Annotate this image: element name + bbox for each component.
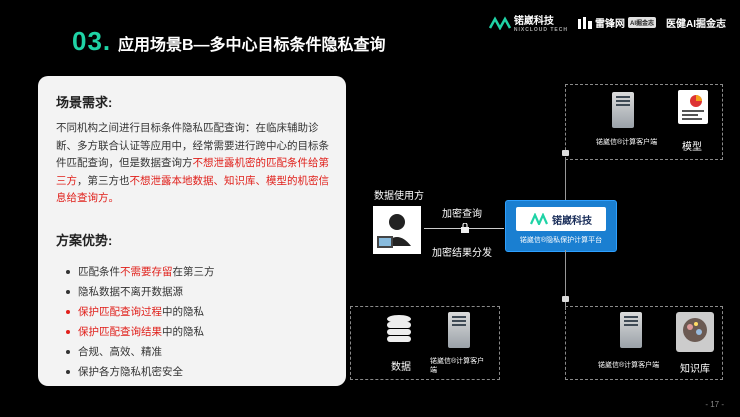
page-number: - 17 - bbox=[705, 400, 724, 409]
client-server-icon bbox=[448, 312, 470, 348]
advantage-item: 匹配条件不需要存留在第三方 bbox=[66, 262, 215, 282]
platform-logo-icon bbox=[530, 213, 548, 225]
scenario-heading: 场景需求: bbox=[56, 95, 113, 110]
platform-brand: 锘崴科技 bbox=[552, 215, 592, 227]
privacy-platform: 锘崴科技 锘崴信®隐私保护计算平台 bbox=[505, 200, 617, 252]
lock-icon bbox=[562, 150, 569, 156]
adv3-post: 中的隐私 bbox=[162, 306, 204, 318]
database-icon bbox=[386, 314, 412, 344]
model-document-icon bbox=[678, 90, 708, 124]
brain-icon bbox=[676, 312, 714, 352]
partner2-name: 医健AI掘金志 bbox=[666, 19, 726, 30]
brand-sub: NIXCLOUD TECH bbox=[513, 27, 568, 33]
advantage-list: 匹配条件不需要存留在第三方 隐私数据不离开数据源 保护匹配查询过程中的隐私 保护… bbox=[66, 262, 215, 382]
client-label-left: 锘崴信®计算客户端 bbox=[430, 358, 485, 374]
encrypted-result-label: 加密结果分发 bbox=[432, 248, 492, 259]
partner1-badge: AI掘金志 bbox=[627, 17, 656, 28]
slide-title: 应用场景B—多中心目标条件隐私查询 bbox=[118, 37, 386, 54]
partner2-logo: 医健AI掘金志 bbox=[666, 15, 726, 30]
adv1-red: 不需要存留 bbox=[120, 266, 173, 278]
advantage-heading: 方案优势: bbox=[56, 233, 113, 248]
info-card: 场景需求: 不同机构之间进行目标条件隐私匹配查询：在临床辅助诊断、多方联合认证等… bbox=[38, 76, 346, 386]
adv5: 合规、高效、精准 bbox=[78, 346, 162, 358]
platform-caption: 锘崴信®隐私保护计算平台 bbox=[519, 237, 603, 244]
brand-name: 锘崴科技 bbox=[513, 16, 554, 27]
advantage-item: 隐私数据不离开数据源 bbox=[66, 282, 215, 302]
scenario-text: 不同机构之间进行目标条件隐私匹配查询：在临床辅助诊断、多方联合认证等应用中，经常… bbox=[56, 120, 334, 208]
connector-top bbox=[565, 160, 566, 200]
nixcloud-logo-icon bbox=[488, 15, 511, 30]
encrypted-query-label: 加密查询 bbox=[442, 209, 482, 220]
user-monitor-icon bbox=[377, 214, 411, 248]
scenario-text-2: ，第三方也 bbox=[77, 174, 130, 187]
adv3-red: 匹配查询过程 bbox=[99, 306, 162, 318]
leiphone-logo: 雷锋网 AI掘金志 bbox=[577, 15, 656, 30]
leiphone-icon bbox=[577, 16, 592, 29]
adv1-pre: 匹配条件 bbox=[78, 266, 120, 278]
header-logos: 锘崴科技 NIXCLOUD TECH 雷锋网 AI掘金志 医健AI掘金志 bbox=[488, 12, 726, 33]
adv6: 保护各方隐私机密安全 bbox=[78, 366, 183, 378]
adv2: 隐私数据不离开数据源 bbox=[78, 286, 183, 298]
adv3-pre: 保护 bbox=[78, 306, 99, 318]
adv4-post: 中的隐私 bbox=[162, 326, 204, 338]
platform-logo: 锘崴科技 bbox=[516, 207, 606, 231]
adv4-pre: 保护 bbox=[78, 326, 99, 338]
client-label-right: 锘崴信®计算客户端 bbox=[598, 362, 660, 369]
data-user-label: 数据使用方 bbox=[374, 191, 424, 202]
data-user-icon bbox=[373, 206, 421, 254]
adv4-red: 匹配查询结果 bbox=[99, 326, 162, 338]
data-label: 数据 bbox=[391, 362, 411, 373]
lock-icon bbox=[562, 296, 569, 302]
chart-icon bbox=[682, 95, 704, 120]
kb-label: 知识库 bbox=[680, 364, 710, 375]
model-label: 模型 bbox=[682, 142, 702, 153]
nixcloud-logo: 锘崴科技 NIXCLOUD TECH bbox=[488, 12, 568, 33]
section-number: 03. bbox=[72, 26, 112, 56]
client-server-icon bbox=[612, 92, 634, 128]
adv1-post: 在第三方 bbox=[172, 266, 215, 278]
client-server-icon bbox=[620, 312, 642, 348]
advantage-item: 保护匹配查询结果中的隐私 bbox=[66, 322, 215, 342]
padlock-icon bbox=[461, 220, 469, 233]
advantage-item: 保护匹配查询过程中的隐私 bbox=[66, 302, 215, 322]
advantage-item: 保护各方隐私机密安全 bbox=[66, 362, 215, 382]
partner1-name: 雷锋网 bbox=[594, 19, 625, 30]
client-label-top: 锘崴信®计算客户端 bbox=[596, 139, 658, 146]
advantage-item: 合规、高效、精准 bbox=[66, 342, 215, 362]
